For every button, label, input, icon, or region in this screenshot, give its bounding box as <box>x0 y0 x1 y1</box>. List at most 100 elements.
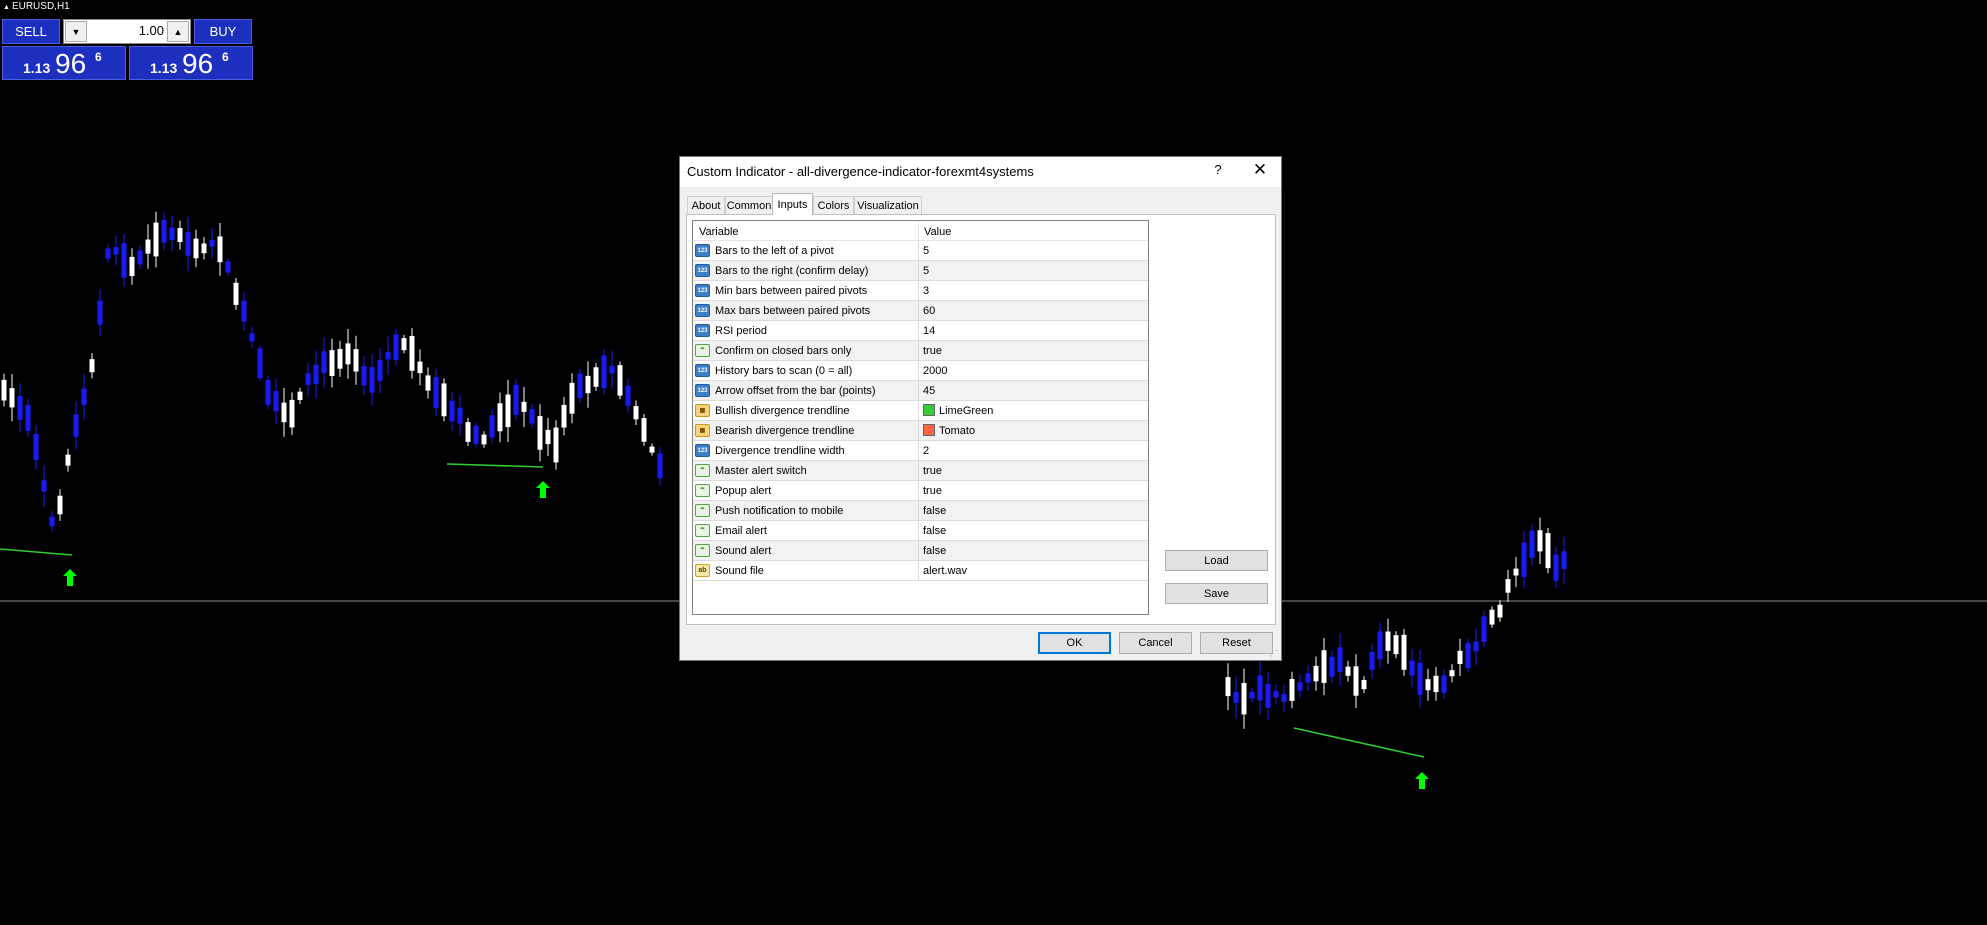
candle-body <box>449 400 455 422</box>
dialog-title: Custom Indicator - all-divergence-indica… <box>687 164 1034 179</box>
up-arrow-icon <box>536 481 550 498</box>
input-value-cell[interactable]: Tomato <box>918 421 975 440</box>
candle-body <box>153 222 159 257</box>
candle-body <box>1353 666 1359 696</box>
buy-price-button[interactable]: 1.13 96 6 <box>129 46 253 80</box>
input-row[interactable]: ⌃ Push notification to mobile false <box>693 501 1148 521</box>
input-row[interactable]: ⌃ Popup alert true <box>693 481 1148 501</box>
input-row[interactable]: ▦ Bearish divergence trendline Tomato <box>693 421 1148 441</box>
candle-body <box>545 429 551 445</box>
lot-size-input[interactable]: 1.00 <box>90 23 164 38</box>
candle-body <box>1337 647 1343 672</box>
reset-button[interactable]: Reset <box>1200 632 1273 654</box>
ok-button[interactable]: OK <box>1038 632 1111 654</box>
candle-body <box>433 376 439 408</box>
candle-body <box>345 343 351 365</box>
candle-body <box>1305 673 1311 683</box>
input-row[interactable]: ▦ Bullish divergence trendline LimeGreen <box>693 401 1148 421</box>
save-button[interactable]: Save <box>1165 583 1268 604</box>
input-value-cell[interactable]: false <box>918 501 946 520</box>
input-value-cell[interactable]: true <box>918 481 942 500</box>
input-value-cell[interactable]: 5 <box>918 241 929 260</box>
candle-body <box>1449 670 1455 677</box>
input-value-cell[interactable]: true <box>918 341 942 360</box>
tab-about[interactable]: About <box>687 196 725 214</box>
input-value-cell[interactable]: false <box>918 541 946 560</box>
candle-body <box>1393 635 1399 655</box>
custom-indicator-dialog: Custom Indicator - all-divergence-indica… <box>679 156 1282 661</box>
input-row[interactable]: ab Sound file alert.wav <box>693 561 1148 581</box>
input-value-cell[interactable]: alert.wav <box>918 561 967 580</box>
sell-button[interactable]: SELL <box>2 19 60 44</box>
input-variable: Popup alert <box>715 485 772 497</box>
input-value-cell[interactable]: 2 <box>918 441 929 460</box>
input-row[interactable]: ⌃ Confirm on closed bars only true <box>693 341 1148 361</box>
integer-type-icon: 123 <box>695 384 710 397</box>
input-value-cell[interactable]: 14 <box>918 321 935 340</box>
tab-visualization[interactable]: Visualization <box>854 196 922 214</box>
input-value: 2000 <box>923 365 948 377</box>
candle-body <box>41 480 47 492</box>
candle-body <box>385 351 391 360</box>
string-type-icon: ab <box>695 564 710 577</box>
chevron-down-icon[interactable]: ▼ <box>65 21 87 42</box>
input-value: 45 <box>923 385 936 397</box>
candle-body <box>193 238 199 259</box>
color-type-icon: ▦ <box>695 404 710 417</box>
tab-common[interactable]: Common <box>725 196 773 214</box>
column-header-variable[interactable]: Variable <box>699 226 739 238</box>
help-icon[interactable]: ? <box>1206 162 1230 182</box>
chevron-up-icon[interactable]: ▲ <box>167 21 189 42</box>
candle-body <box>217 236 223 263</box>
input-row[interactable]: 123 Min bars between paired pivots 3 <box>693 281 1148 301</box>
tab-colors[interactable]: Colors <box>813 196 854 214</box>
integer-type-icon: 123 <box>695 364 710 377</box>
candle-body <box>9 388 15 408</box>
input-value-cell[interactable]: 5 <box>918 261 929 280</box>
close-icon[interactable]: ✕ <box>1245 160 1275 184</box>
candle-body <box>185 232 191 256</box>
candle-body <box>25 405 31 431</box>
input-value: false <box>923 545 947 557</box>
input-value-cell[interactable]: 45 <box>918 381 935 400</box>
input-row[interactable]: 123 Bars to the left of a pivot 5 <box>693 241 1148 261</box>
input-row[interactable]: 123 RSI period 14 <box>693 321 1148 341</box>
input-value-cell[interactable]: true <box>918 461 942 480</box>
sell-price-prefix: 1.13 <box>23 60 51 76</box>
input-row[interactable]: 123 Max bars between paired pivots 60 <box>693 301 1148 321</box>
column-header-value[interactable]: Value <box>918 221 951 241</box>
dialog-titlebar[interactable]: Custom Indicator - all-divergence-indica… <box>680 157 1281 187</box>
input-row[interactable]: 123 Divergence trendline width 2 <box>693 441 1148 461</box>
collapse-triangle-icon[interactable]: ▲ <box>3 4 10 11</box>
input-value-cell[interactable]: false <box>918 521 946 540</box>
input-value-cell[interactable]: 2000 <box>918 361 947 380</box>
input-row[interactable]: 123 Bars to the right (confirm delay) 5 <box>693 261 1148 281</box>
input-value-cell[interactable]: 3 <box>918 281 929 300</box>
sell-price-button[interactable]: 1.13 96 6 <box>2 46 126 80</box>
input-value: 5 <box>923 245 930 257</box>
input-value-cell[interactable]: LimeGreen <box>918 401 993 420</box>
candle-body <box>1225 677 1231 697</box>
candle-body <box>1 379 7 401</box>
input-row[interactable]: ⌃ Sound alert false <box>693 541 1148 561</box>
resize-grip-icon[interactable]: ⋰ <box>1270 649 1280 659</box>
candle-body <box>497 403 503 432</box>
input-row[interactable]: ⌃ Master alert switch true <box>693 461 1148 481</box>
one-click-trading-panel: SELL ▼ 1.00 ▲ BUY 1.13 96 6 1.13 96 6 <box>2 19 253 80</box>
candle-body <box>1249 691 1255 699</box>
input-row[interactable]: 123 Arrow offset from the bar (points) 45 <box>693 381 1148 401</box>
input-variable: Email alert <box>715 525 767 537</box>
candle-body <box>401 338 407 351</box>
cancel-button[interactable]: Cancel <box>1119 632 1192 654</box>
load-button[interactable]: Load <box>1165 550 1268 571</box>
candle-body <box>601 355 607 389</box>
input-row[interactable]: 123 History bars to scan (0 = all) 2000 <box>693 361 1148 381</box>
input-value-cell[interactable]: 60 <box>918 301 935 320</box>
boolean-type-icon: ⌃ <box>695 524 710 537</box>
input-value: true <box>923 465 942 477</box>
buy-button[interactable]: BUY <box>194 19 252 44</box>
input-variable: Divergence trendline width <box>715 445 845 457</box>
lot-size-stepper[interactable]: ▼ 1.00 ▲ <box>63 19 191 44</box>
tab-inputs[interactable]: Inputs <box>772 193 813 215</box>
input-row[interactable]: ⌃ Email alert false <box>693 521 1148 541</box>
